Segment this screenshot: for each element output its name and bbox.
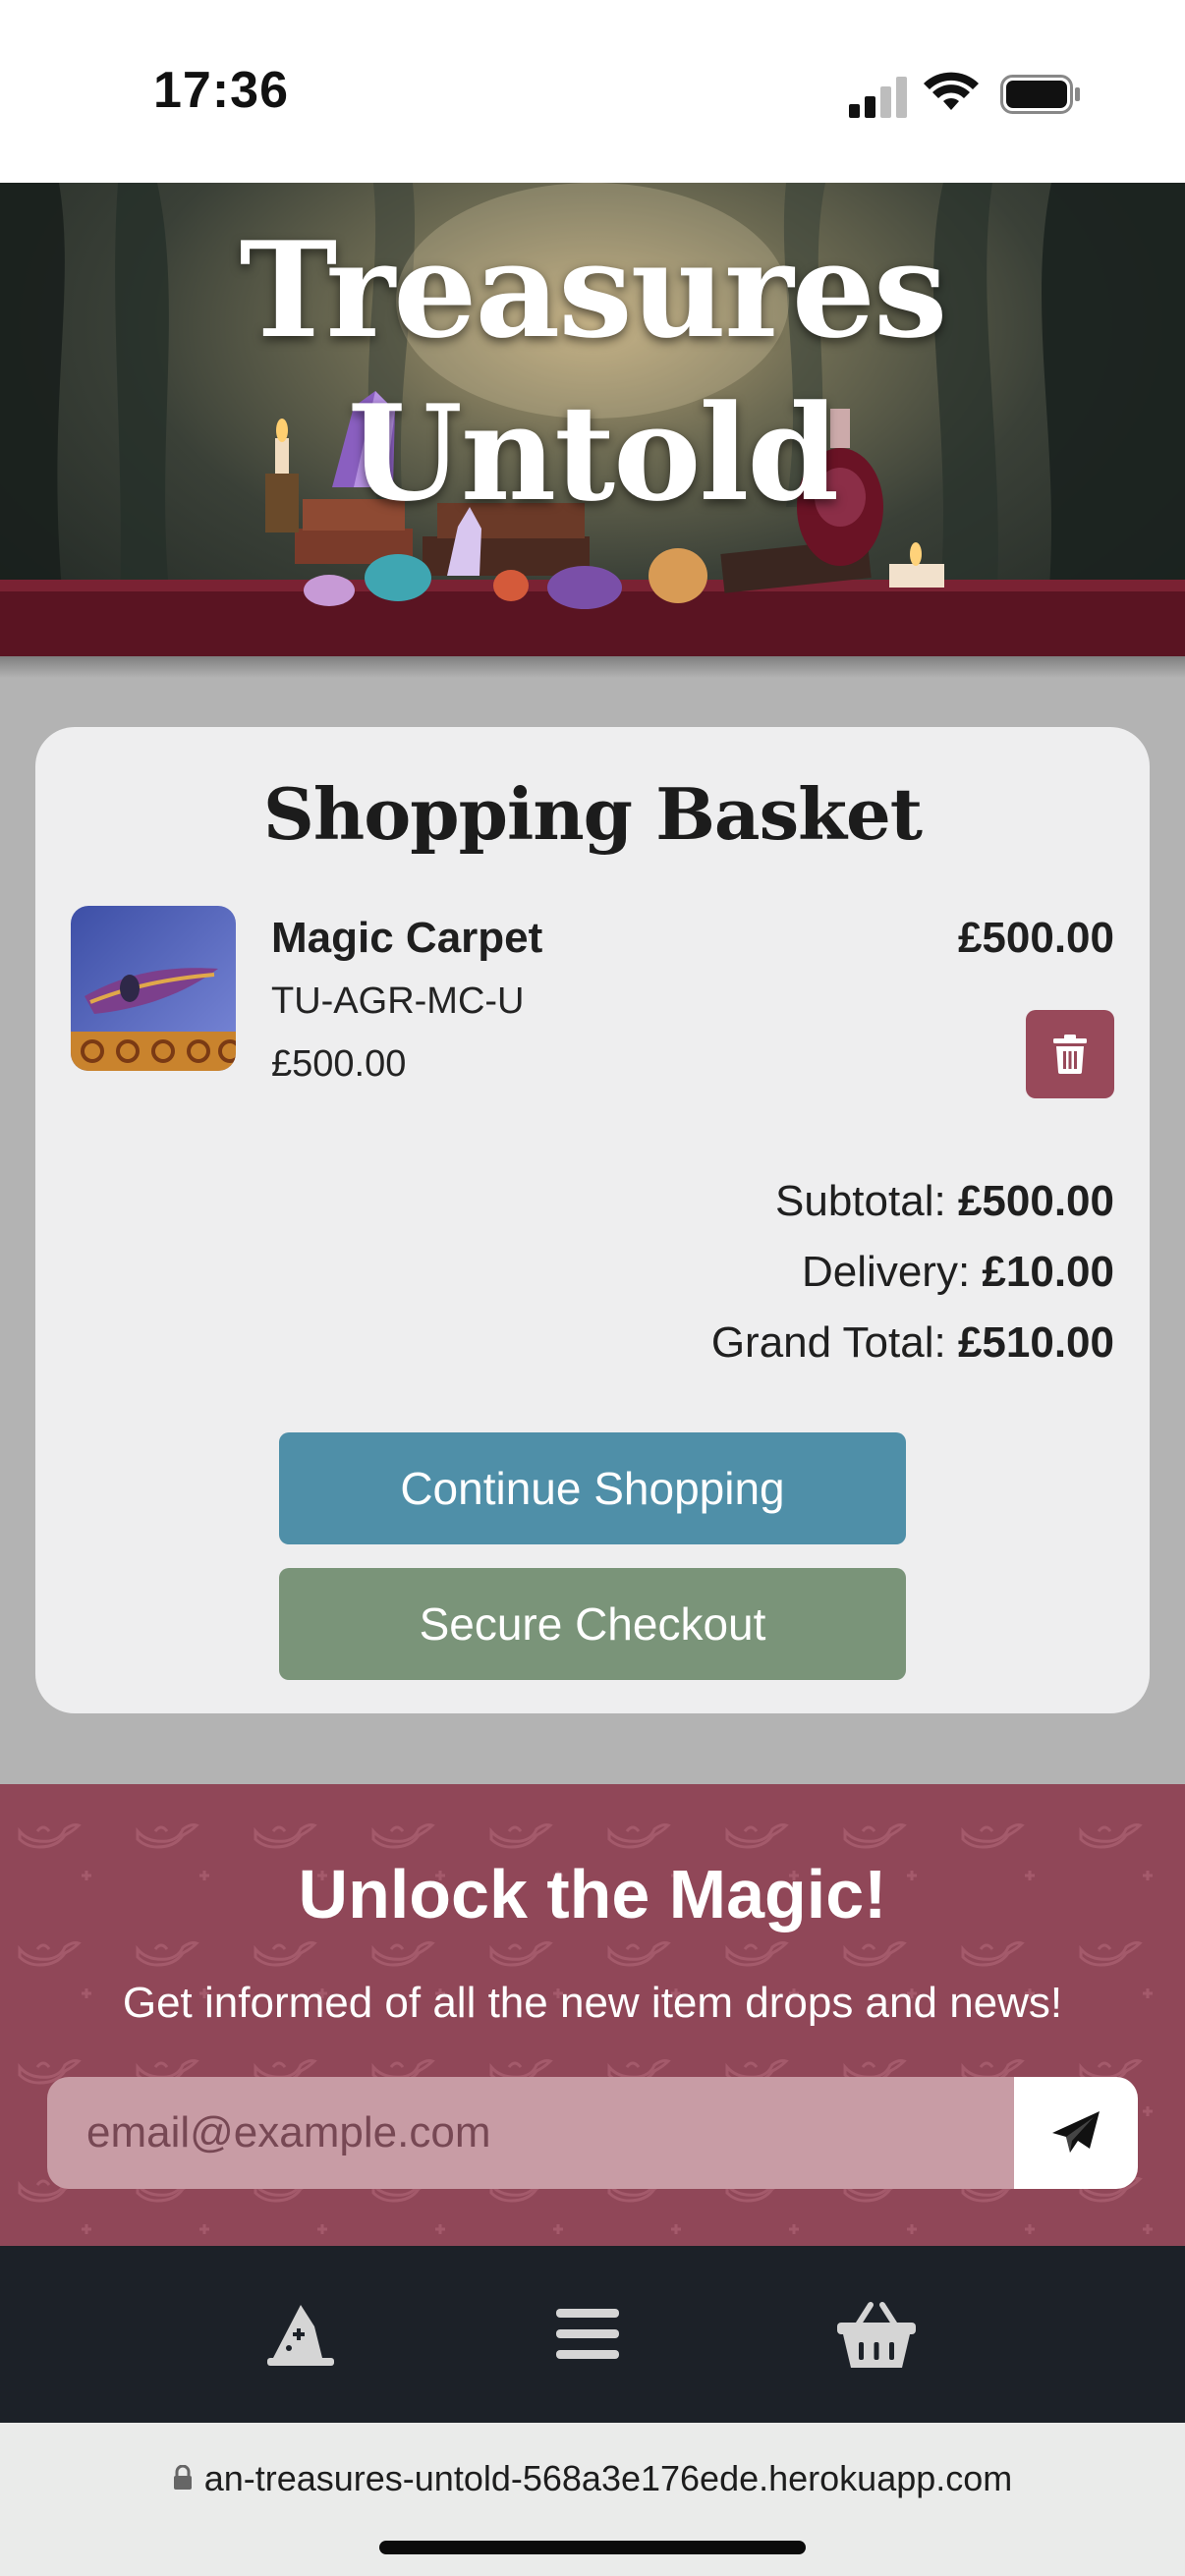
basket-title: Shopping Basket bbox=[262, 772, 923, 856]
nav-basket-button[interactable] bbox=[827, 2285, 926, 2383]
lock-icon bbox=[173, 2465, 192, 2491]
basket-icon bbox=[837, 2302, 916, 2368]
grand-total-value: £510.00 bbox=[957, 1318, 1114, 1367]
continue-shopping-button[interactable]: Continue Shopping bbox=[279, 1432, 906, 1544]
item-line-total: £500.00 bbox=[957, 914, 1114, 962]
status-time: 17:36 bbox=[153, 62, 289, 119]
remove-item-button[interactable] bbox=[1026, 1010, 1114, 1098]
hero-shadow bbox=[0, 656, 1185, 678]
magic-carpet-thumbnail bbox=[71, 906, 236, 1071]
wizard-hat-icon bbox=[267, 2305, 334, 2366]
status-bar: 17:36 bbox=[0, 0, 1185, 183]
item-price: £500.00 bbox=[271, 1043, 407, 1085]
grand-total-row: Grand Total: £510.00 bbox=[711, 1318, 1114, 1368]
item-name[interactable]: Magic Carpet bbox=[271, 914, 542, 963]
paper-plane-icon bbox=[1052, 2111, 1100, 2153]
secure-checkout-button[interactable]: Secure Checkout bbox=[279, 1568, 906, 1680]
hero-title-line-2: Untold bbox=[347, 375, 839, 531]
item-sku: TU-AGR-MC-U bbox=[271, 980, 525, 1022]
newsletter-section: Unlock the Magic! Get informed of all th… bbox=[0, 1784, 1185, 2246]
subtotal-label: Subtotal: bbox=[775, 1177, 946, 1225]
newsletter-heading: Unlock the Magic! bbox=[298, 1856, 887, 1932]
url-display[interactable]: an-treasures-untold-568a3e176ede.herokua… bbox=[0, 2458, 1185, 2499]
trash-icon bbox=[1053, 1035, 1087, 1074]
nav-home-button[interactable] bbox=[252, 2285, 350, 2383]
nav-menu-button[interactable] bbox=[538, 2285, 637, 2383]
subtotal-row: Subtotal: £500.00 bbox=[775, 1177, 1114, 1226]
basket-card: Shopping Basket Magic Carpet TU-AGR-MC-U… bbox=[35, 727, 1150, 1713]
home-indicator bbox=[379, 2541, 806, 2554]
hero-title-line-1: Treasures bbox=[239, 212, 948, 367]
grand-total-label: Grand Total: bbox=[710, 1318, 946, 1367]
hamburger-menu-icon bbox=[556, 2309, 619, 2359]
delivery-row: Delivery: £10.00 bbox=[802, 1248, 1114, 1297]
wifi-icon bbox=[924, 72, 979, 110]
subtotal-value: £500.00 bbox=[957, 1177, 1114, 1225]
cellular-signal-icon bbox=[849, 77, 907, 118]
newsletter-subtext: Get informed of all the new item drops a… bbox=[122, 1979, 1063, 2027]
email-input[interactable] bbox=[47, 2077, 1014, 2189]
url-text: an-treasures-untold-568a3e176ede.herokua… bbox=[203, 2458, 1013, 2498]
hero-banner: Treasures Untold bbox=[0, 183, 1185, 656]
battery-icon bbox=[1000, 75, 1080, 114]
bottom-navigation bbox=[0, 2246, 1185, 2423]
subscribe-button[interactable] bbox=[1014, 2077, 1138, 2189]
item-thumbnail[interactable] bbox=[71, 906, 236, 1071]
delivery-label: Delivery: bbox=[802, 1248, 971, 1296]
delivery-value: £10.00 bbox=[982, 1248, 1114, 1296]
